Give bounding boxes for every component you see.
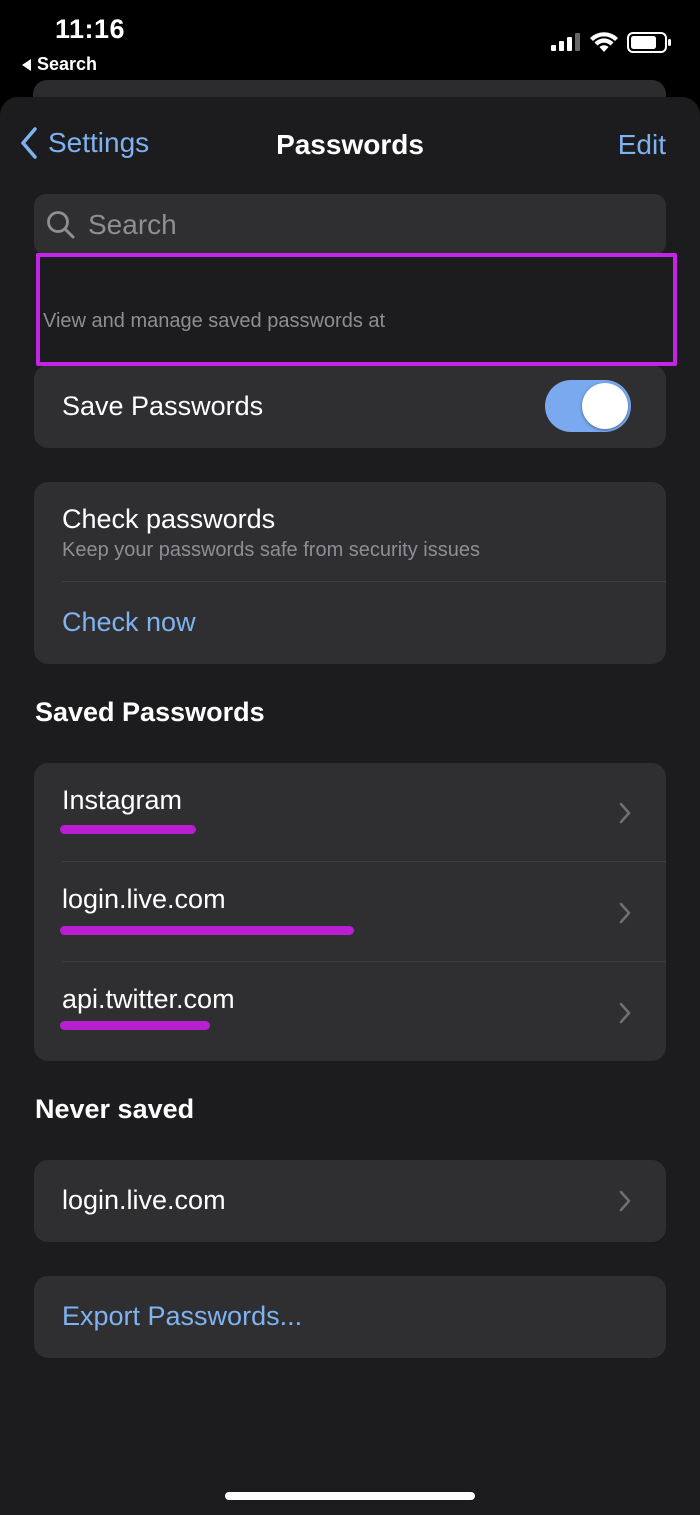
chevron-right-icon	[619, 902, 631, 924]
battery-icon	[627, 32, 671, 53]
back-button[interactable]: Settings	[20, 127, 149, 159]
never-saved-heading: Never saved	[35, 1094, 195, 1124]
list-item-site: api.twitter.com	[62, 984, 235, 1014]
list-item-api-twitter[interactable]: api.twitter.com	[34, 962, 666, 1061]
never-saved-list: login.live.com	[34, 1160, 666, 1242]
cellular-signal-icon	[551, 33, 580, 51]
list-item-login-live[interactable]: login.live.com	[34, 862, 666, 962]
save-passwords-toggle[interactable]	[545, 380, 631, 432]
home-indicator[interactable]	[225, 1492, 475, 1500]
wifi-icon	[590, 32, 618, 52]
search-bar[interactable]	[34, 194, 666, 255]
list-item-site: Instagram	[62, 785, 183, 815]
list-item-never-saved-login-live[interactable]: login.live.com	[34, 1160, 666, 1242]
status-time: 11:16	[55, 14, 126, 44]
check-passwords-card: Check passwords Keep your passwords safe…	[34, 482, 666, 664]
back-to-app-label: Search	[37, 54, 98, 74]
search-icon	[47, 210, 75, 238]
check-passwords-subtitle: Keep your passwords safe from security i…	[62, 539, 480, 561]
back-button-label: Settings	[48, 127, 150, 158]
highlight-box	[36, 253, 677, 366]
export-passwords-row: Export Passwords...	[34, 1276, 666, 1358]
redaction-scribble	[60, 1021, 210, 1030]
save-passwords-row: Save Passwords	[34, 365, 666, 448]
edit-button[interactable]: Edit	[618, 129, 666, 161]
chevron-right-icon	[619, 1190, 631, 1212]
chevron-right-icon	[619, 802, 631, 824]
divider	[62, 581, 666, 582]
export-passwords-button[interactable]: Export Passwords...	[62, 1301, 302, 1332]
navigation-bar: Passwords Settings Edit	[0, 115, 700, 175]
list-item-site: login.live.com	[62, 1185, 226, 1215]
back-to-app-button[interactable]: Search	[22, 54, 97, 75]
redaction-scribble	[60, 825, 196, 834]
redaction-scribble	[60, 926, 354, 935]
status-bar: 11:16 Search	[0, 0, 700, 90]
check-passwords-title: Check passwords	[62, 504, 276, 534]
chevron-left-icon	[21, 127, 37, 159]
list-item-instagram[interactable]: Instagram	[34, 763, 666, 862]
saved-passwords-list: Instagram login.live.com api.twitter.com	[34, 763, 666, 1061]
search-input[interactable]	[88, 208, 648, 241]
toggle-knob	[582, 383, 628, 429]
back-triangle-icon	[22, 58, 31, 71]
save-passwords-label: Save Passwords	[62, 391, 264, 421]
check-now-button[interactable]: Check now	[62, 607, 196, 638]
chevron-right-icon	[619, 1002, 631, 1024]
saved-passwords-heading: Saved Passwords	[35, 697, 265, 727]
list-item-site: login.live.com	[62, 884, 226, 914]
